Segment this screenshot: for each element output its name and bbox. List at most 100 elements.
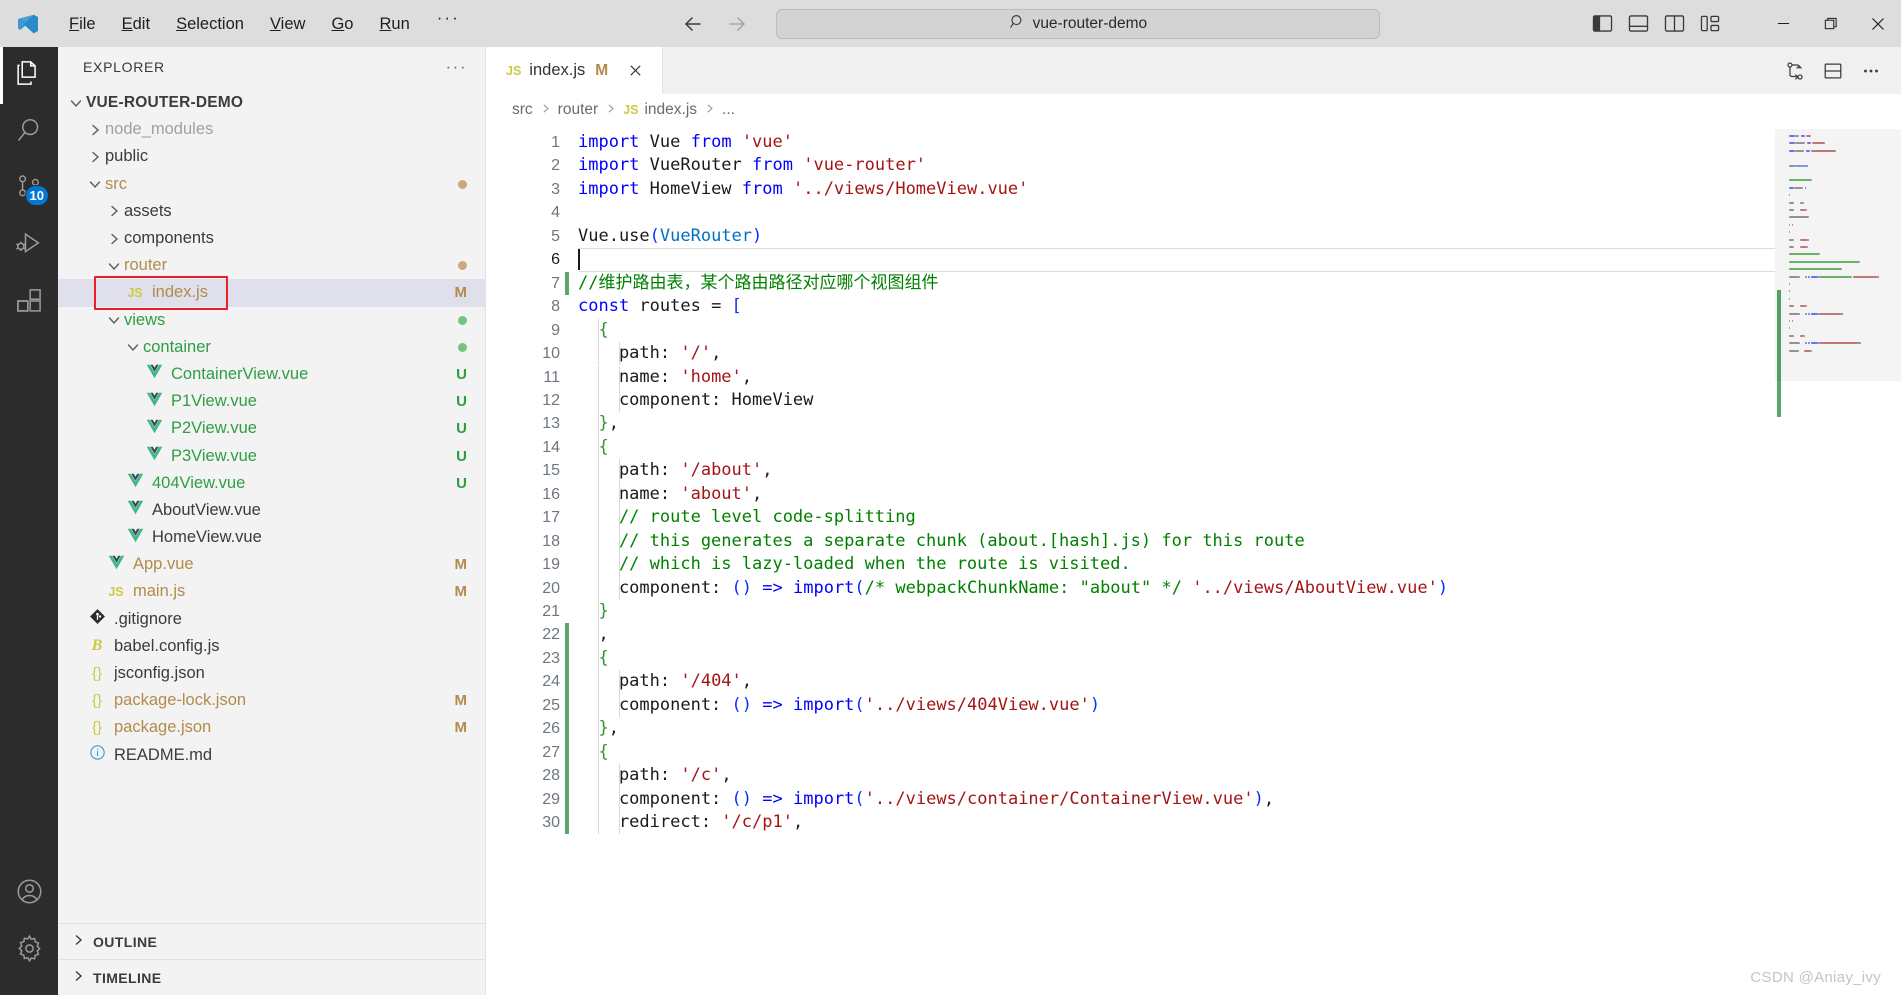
tree-folder-node_modules[interactable]: node_modules <box>58 116 485 143</box>
tree-file-package-lock-json[interactable]: {}package-lock.jsonM <box>58 687 485 714</box>
activity-bar-item-settings[interactable] <box>0 922 58 979</box>
ellipsis-icon[interactable] <box>1855 55 1887 87</box>
tree-item-label: components <box>124 229 467 248</box>
tree-item-label: container <box>143 338 450 357</box>
tree-file-aboutview-vue[interactable]: AboutView.vue <box>58 497 485 524</box>
minimap-slider[interactable] <box>1775 129 1901 381</box>
tree-file-readme-md[interactable]: README.md <box>58 742 485 769</box>
breadcrumb-item--[interactable]: ... <box>722 101 735 119</box>
activity-bar-item-explorer[interactable] <box>0 47 58 104</box>
close-icon[interactable] <box>622 58 648 84</box>
breadcrumb-item-index-js[interactable]: JS index.js <box>623 101 697 119</box>
menu-run[interactable]: Run <box>366 8 422 40</box>
tree-file-homeview-vue[interactable]: HomeView.vue <box>58 524 485 551</box>
tree-folder-components[interactable]: components <box>58 225 485 252</box>
activity-bar-item-accounts[interactable] <box>0 865 58 922</box>
chevron-right-icon[interactable] <box>104 203 124 219</box>
tree-item-label: AboutView.vue <box>152 501 467 520</box>
tree-file-main-js[interactable]: JSmain.jsM <box>58 578 485 605</box>
minimap[interactable] <box>1775 125 1901 995</box>
tree-item-label: main.js <box>133 582 447 601</box>
minimize-button[interactable] <box>1760 0 1807 47</box>
chevron-down-icon[interactable] <box>123 339 143 355</box>
extensions-icon <box>15 287 43 320</box>
editor-tabs: JS index.js M <box>486 47 663 94</box>
tree-file-package-json[interactable]: {}package.jsonM <box>58 714 485 741</box>
chevron-down-icon[interactable] <box>104 312 124 328</box>
tree-item-git-dot <box>458 343 467 352</box>
tree-file-babel-config-js[interactable]: Bbabel.config.js <box>58 633 485 660</box>
tree-item-git-badge: M <box>455 583 468 600</box>
maximize-button[interactable] <box>1807 0 1854 47</box>
tree-file-p1view-vue[interactable]: P1View.vueU <box>58 388 485 415</box>
editor-tab-index-js[interactable]: JS index.js M <box>486 47 663 94</box>
tree-folder-public[interactable]: public <box>58 143 485 170</box>
tree-folder-assets[interactable]: assets <box>58 198 485 225</box>
tree-file-app-vue[interactable]: App.vueM <box>58 551 485 578</box>
split-down-icon[interactable] <box>1817 55 1849 87</box>
line-number: 5 <box>486 225 578 248</box>
tree-item-label: .gitignore <box>114 610 467 629</box>
tree-item-git-badge: M <box>455 556 468 573</box>
menu-edit[interactable]: Edit <box>109 8 163 40</box>
panel-bottom-icon[interactable] <box>1622 9 1654 39</box>
sidebar-section-outline[interactable]: OUTLINE <box>58 923 485 959</box>
tree-folder-views[interactable]: views <box>58 307 485 334</box>
activity-bar-item-source-control[interactable]: 10 <box>0 161 58 218</box>
activity-bar-item-search[interactable] <box>0 104 58 161</box>
watermark-text: CSDN @Aniay_ivy <box>1750 969 1881 986</box>
breadcrumb-item-src[interactable]: src <box>512 101 533 119</box>
menu-view[interactable]: View <box>257 8 318 40</box>
menu-more-button[interactable]: ··· <box>423 8 474 40</box>
menu-file[interactable]: File <box>56 8 109 40</box>
panel-left-icon[interactable] <box>1586 9 1618 39</box>
chevron-down-icon[interactable] <box>85 176 105 192</box>
compare-changes-icon[interactable] <box>1779 55 1811 87</box>
sidebar-section-timeline[interactable]: TIMELINE <box>58 959 485 995</box>
code-editor[interactable]: 1234567891011121314151617181920212223242… <box>486 125 1901 995</box>
code-line: }, <box>578 412 619 435</box>
tree-file-p2view-vue[interactable]: P2View.vueU <box>58 415 485 442</box>
chevron-right-icon[interactable] <box>85 122 105 138</box>
command-center-search[interactable]: vue-router-demo <box>776 9 1380 39</box>
chevron-right-icon[interactable] <box>85 149 105 165</box>
activity-bar-item-run-and-debug[interactable] <box>0 218 58 275</box>
tree-folder-container[interactable]: container <box>58 334 485 361</box>
line-number: 20 <box>486 577 578 600</box>
menu-selection[interactable]: Selection <box>163 8 257 40</box>
tree-file-p3view-vue[interactable]: P3View.vueU <box>58 442 485 469</box>
activity-bar-top: 10 <box>0 47 58 332</box>
arrow-left-icon[interactable] <box>680 11 706 37</box>
chevron-down-icon[interactable] <box>104 258 124 274</box>
editor-tabs-bar: JS index.js M <box>486 47 1901 94</box>
chevron-right-icon[interactable] <box>104 231 124 247</box>
tree-root-folder[interactable]: VUE-ROUTER-DEMO <box>58 89 485 116</box>
activity-bar-item-extensions[interactable] <box>0 275 58 332</box>
breadcrumb-item-router[interactable]: router <box>558 101 599 119</box>
layout-controls <box>1586 9 1726 39</box>
json-file-icon: {} <box>92 692 102 709</box>
tree-folder-router[interactable]: router <box>58 252 485 279</box>
panel-right-icon[interactable] <box>1658 9 1690 39</box>
arrow-right-icon[interactable] <box>724 11 750 37</box>
tree-file-containerview-vue[interactable]: ContainerView.vueU <box>58 361 485 388</box>
breadcrumb-label: router <box>558 101 599 119</box>
tree-file-404view-vue[interactable]: 404View.vueU <box>58 470 485 497</box>
line-number-gutter: 1234567891011121314151617181920212223242… <box>486 125 578 995</box>
menu-go[interactable]: Go <box>318 8 366 40</box>
chevron-down-icon[interactable] <box>66 95 86 111</box>
git-file-icon <box>89 608 106 630</box>
tree-file-index-js[interactable]: JSindex.jsM <box>58 279 485 306</box>
tree-folder-src[interactable]: src <box>58 171 485 198</box>
tree-item-label: node_modules <box>105 120 467 139</box>
layout-grid-icon[interactable] <box>1694 9 1726 39</box>
line-number: 2 <box>486 154 578 177</box>
tree-file--gitignore[interactable]: .gitignore <box>58 606 485 633</box>
editor-actions <box>1779 47 1901 94</box>
tree-item-label: package.json <box>114 718 447 737</box>
code-content[interactable]: import Vue from 'vue'import VueRouter fr… <box>578 125 1775 995</box>
vue-file-icon <box>127 500 144 520</box>
explorer-more-actions-button[interactable]: ··· <box>446 62 467 72</box>
tree-file-jsconfig-json[interactable]: {}jsconfig.json <box>58 660 485 687</box>
close-button[interactable] <box>1854 0 1901 47</box>
